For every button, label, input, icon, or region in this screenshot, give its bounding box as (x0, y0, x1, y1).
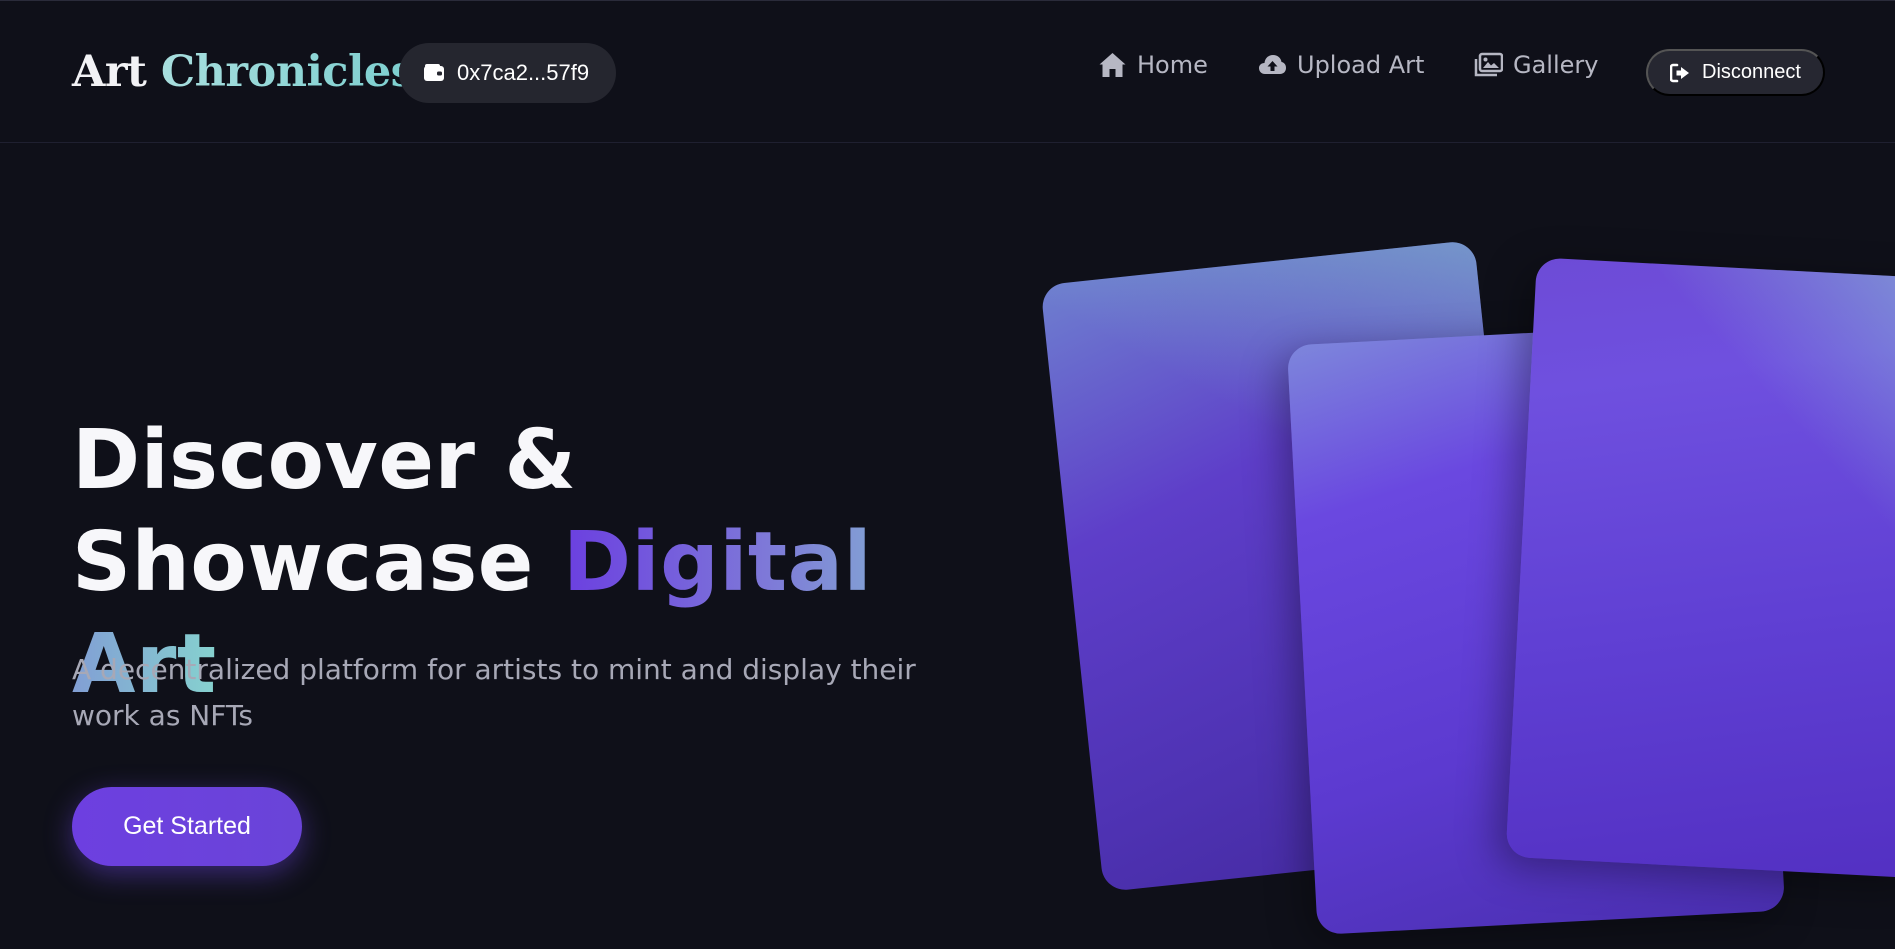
top-navbar: Art Chronicles 0x7ca2...57f9 Home Upload… (0, 0, 1895, 143)
brand-word-2: Chronicles (160, 47, 415, 97)
nav-upload-art-link[interactable]: Upload Art (1258, 51, 1424, 79)
disconnect-button[interactable]: Disconnect (1646, 49, 1825, 96)
home-icon (1099, 53, 1126, 77)
nav-upload-art-label: Upload Art (1297, 51, 1425, 79)
get-started-button[interactable]: Get Started (72, 787, 302, 866)
cloud-upload-icon (1259, 55, 1286, 74)
brand-logo[interactable]: Art Chronicles (72, 47, 415, 97)
nav-home-label: Home (1137, 51, 1208, 79)
images-icon (1474, 52, 1503, 77)
sign-out-icon (1670, 63, 1689, 82)
hero-subtitle: A decentralized platform for artists to … (72, 653, 916, 732)
page: Art Chronicles 0x7ca2...57f9 Home Upload… (0, 0, 1895, 949)
nav-home-link[interactable]: Home (1098, 51, 1208, 79)
wallet-address: 0x7ca2...57f9 (457, 60, 590, 85)
nav-gallery-label: Gallery (1513, 51, 1599, 79)
wallet-icon (424, 64, 444, 81)
art-card-front (1505, 257, 1895, 879)
brand-word-1: Art (72, 47, 147, 97)
nav-gallery-link[interactable]: Gallery (1474, 51, 1598, 79)
disconnect-label: Disconnect (1702, 61, 1801, 83)
hero-title-line-1: Discover & (72, 413, 577, 508)
hero-title-line-2: Showcase (72, 515, 534, 610)
wallet-address-pill: 0x7ca2...57f9 (399, 43, 616, 103)
